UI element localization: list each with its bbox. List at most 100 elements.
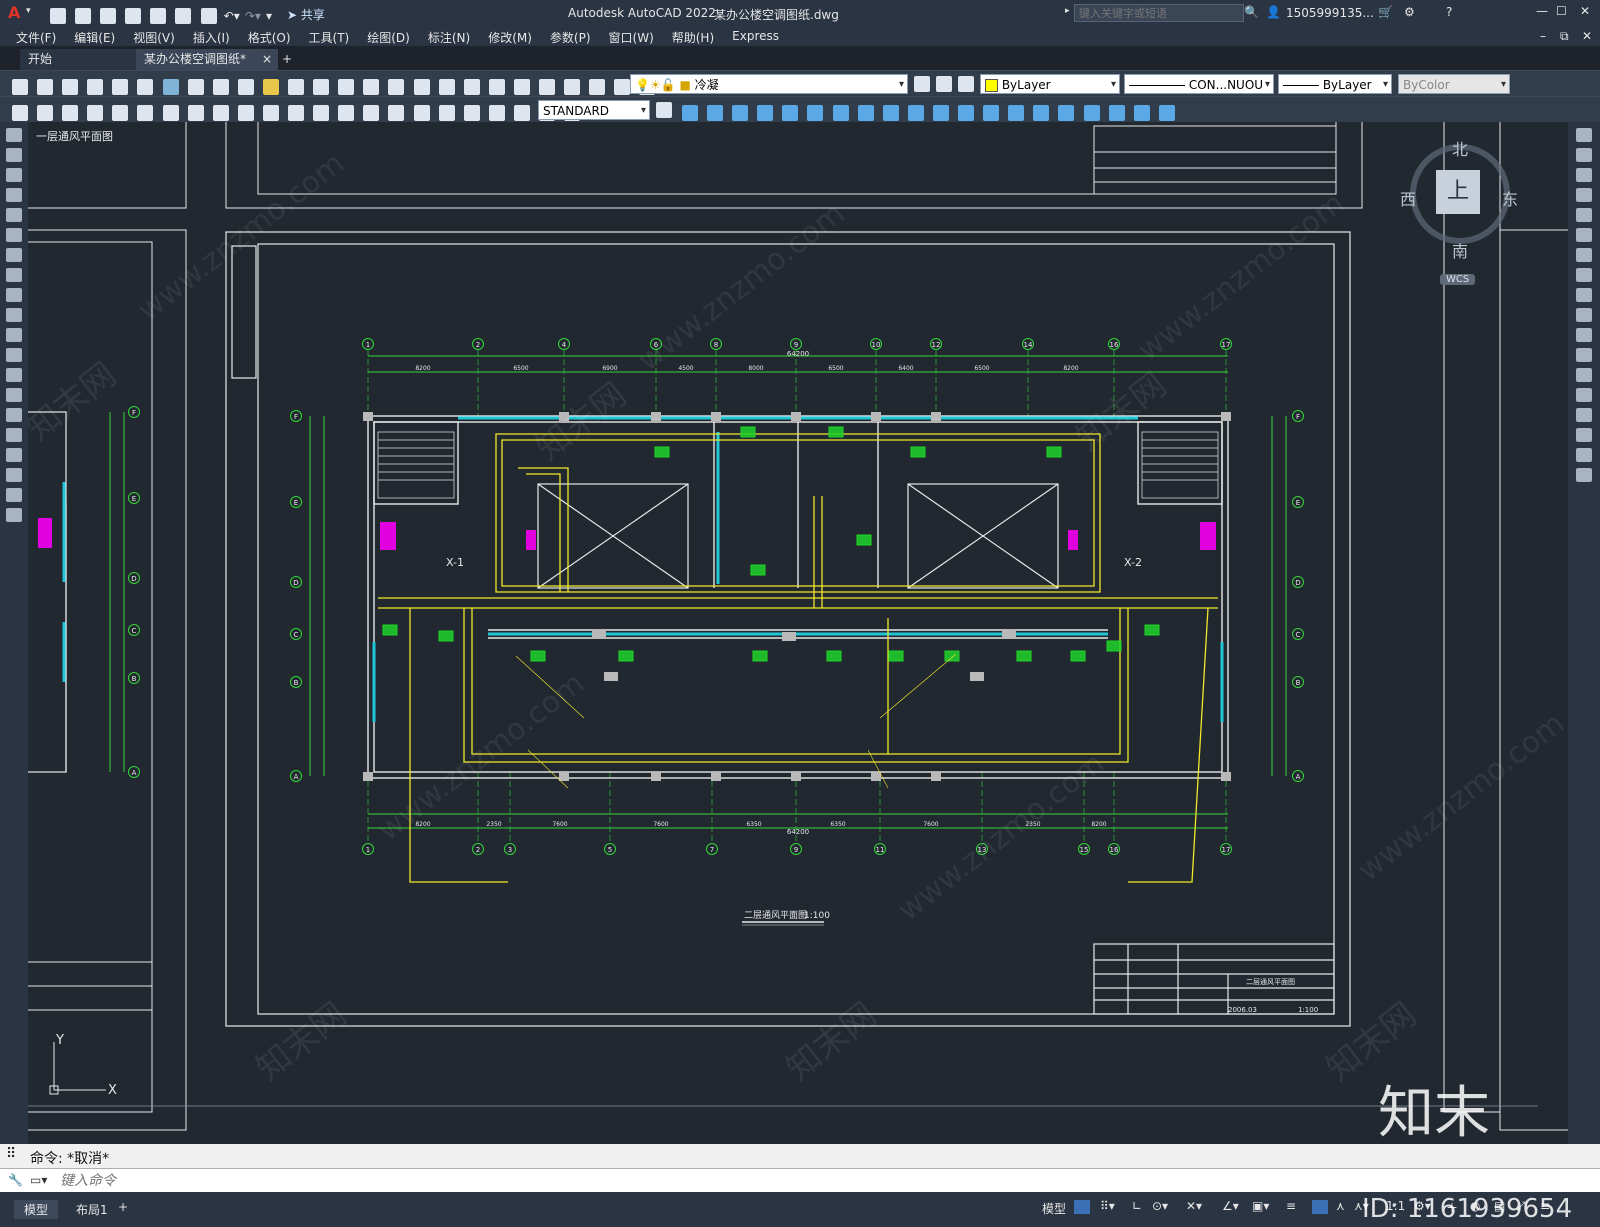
intersect-icon[interactable] xyxy=(1158,104,1175,121)
array-icon[interactable] xyxy=(1576,208,1592,222)
properties-icon[interactable] xyxy=(463,78,480,95)
chamfer-icon[interactable] xyxy=(1576,408,1592,422)
viewcube-face[interactable]: 上 xyxy=(1436,170,1480,214)
scale-icon[interactable] xyxy=(1576,268,1592,282)
menu-dimension[interactable]: 标注(N) xyxy=(428,29,470,46)
copy-icon[interactable] xyxy=(212,78,229,95)
solid-icon[interactable] xyxy=(1008,104,1025,121)
redo-icon[interactable]: ↷▾ xyxy=(245,9,261,23)
block-editor-icon[interactable] xyxy=(288,78,305,95)
table-icon[interactable] xyxy=(6,468,22,482)
markup-icon[interactable] xyxy=(564,78,581,95)
undo-icon[interactable]: ↶▾ xyxy=(224,9,240,23)
visual-style-icon[interactable] xyxy=(807,104,824,121)
move-icon[interactable] xyxy=(1576,228,1592,242)
diameter-dim-icon[interactable] xyxy=(237,104,254,121)
qnew-icon[interactable] xyxy=(12,78,28,95)
tb-b-icon[interactable] xyxy=(37,104,54,121)
layer-previous-icon[interactable] xyxy=(936,76,952,92)
rectangle-icon[interactable] xyxy=(6,208,22,222)
jogged-dim-icon[interactable] xyxy=(212,104,229,121)
baseline-dim-icon[interactable] xyxy=(313,104,330,121)
wcs-menu[interactable]: WCS xyxy=(1440,274,1476,285)
tab-close-icon[interactable]: × xyxy=(262,49,272,70)
break-icon[interactable] xyxy=(1576,368,1592,382)
arc-icon[interactable] xyxy=(6,228,22,242)
inspection-icon[interactable] xyxy=(463,104,480,121)
ellipse-arc-icon[interactable] xyxy=(6,328,22,342)
tolerance-icon[interactable] xyxy=(413,104,430,121)
close-icon[interactable]: ✕ xyxy=(1580,4,1590,18)
help-icon[interactable]: ? xyxy=(1446,5,1452,19)
jogged-linear-icon[interactable] xyxy=(488,104,505,121)
user-icon[interactable]: 👤 xyxy=(1266,5,1281,19)
ordinate-dim-icon[interactable] xyxy=(162,104,179,121)
cut-icon[interactable] xyxy=(187,78,204,95)
zoom-realtime-icon[interactable] xyxy=(388,78,405,95)
trim-icon[interactable] xyxy=(1576,308,1592,322)
command-customize-icon[interactable]: 🔧 xyxy=(8,1173,23,1187)
layer-state-icon[interactable] xyxy=(958,76,974,92)
arc-length-icon[interactable] xyxy=(137,104,154,121)
menu-window[interactable]: 窗口(W) xyxy=(609,29,654,46)
paste-icon[interactable] xyxy=(237,78,254,95)
rotate-icon[interactable] xyxy=(1576,248,1592,262)
continue-dim-icon[interactable] xyxy=(338,104,355,121)
hatch-icon[interactable] xyxy=(6,408,22,422)
ortho-icon[interactable]: ∟ xyxy=(1132,1199,1142,1213)
cart-icon[interactable]: 🛒 xyxy=(1378,5,1393,19)
box-icon[interactable] xyxy=(1033,104,1050,121)
tab-start[interactable]: 开始 xyxy=(20,49,146,70)
point-icon[interactable] xyxy=(6,388,22,402)
menu-file[interactable]: 文件(F) xyxy=(16,29,56,46)
isodraft-icon[interactable]: ✕▾ xyxy=(1186,1199,1202,1213)
menu-view[interactable]: 视图(V) xyxy=(133,29,175,46)
save-icon[interactable] xyxy=(100,7,117,24)
break-at-point-icon[interactable] xyxy=(1576,348,1592,362)
add-selected-icon[interactable] xyxy=(6,508,22,522)
zoom-window-icon[interactable] xyxy=(413,78,430,95)
command-input[interactable] xyxy=(58,1171,1562,1191)
tab-model[interactable]: 模型 xyxy=(14,1200,59,1219)
gradient-icon[interactable] xyxy=(6,428,22,442)
render-icon[interactable] xyxy=(832,104,849,121)
linear-dim-icon[interactable] xyxy=(87,104,104,121)
share-button[interactable]: ➤ 共享 xyxy=(287,6,325,23)
lineweight-toggle-icon[interactable]: ≡ xyxy=(1286,1199,1296,1213)
dim-space-icon[interactable] xyxy=(363,104,380,121)
calculator-icon[interactable] xyxy=(589,78,606,95)
viewcube-west[interactable]: 西 xyxy=(1400,186,1416,210)
extend-icon[interactable] xyxy=(1576,328,1592,342)
polar-icon[interactable]: ⊙▾ xyxy=(1152,1199,1168,1213)
sphere-icon[interactable] xyxy=(1058,104,1075,121)
union-icon[interactable] xyxy=(1108,104,1125,121)
viewcube-east[interactable]: 东 xyxy=(1502,186,1518,210)
tool-palettes-icon[interactable] xyxy=(513,78,530,95)
command-history-grip-icon[interactable]: ⠿ xyxy=(6,1146,16,1162)
grid-icon[interactable] xyxy=(1074,1200,1090,1214)
save-web-icon[interactable] xyxy=(175,7,192,24)
new-tab-button[interactable]: + xyxy=(274,49,300,70)
color-dropdown[interactable]: ByLayer ▾ xyxy=(980,74,1120,94)
menu-modify[interactable]: 修改(M) xyxy=(488,29,532,46)
lineweight-dropdown[interactable]: ByLayer ▾ xyxy=(1278,74,1392,94)
app-menu-chevron-icon[interactable]: ▾ xyxy=(26,6,31,16)
print-icon[interactable] xyxy=(87,78,104,95)
qat-customize-icon[interactable]: ▾ xyxy=(266,9,272,23)
dim-break-icon[interactable] xyxy=(388,104,405,121)
save-file-icon[interactable] xyxy=(62,78,79,95)
viewcube-south[interactable]: 南 xyxy=(1452,238,1468,262)
explode-icon[interactable] xyxy=(1576,468,1592,482)
subtract-icon[interactable] xyxy=(1133,104,1150,121)
annotation-visibility-icon[interactable] xyxy=(1312,1200,1328,1214)
open-file-icon[interactable] xyxy=(37,78,54,95)
menu-help[interactable]: 帮助(H) xyxy=(672,29,714,46)
menu-express[interactable]: Express xyxy=(732,29,779,46)
auto-scale-icon[interactable]: ⋏ xyxy=(1336,1199,1345,1213)
menu-parametric[interactable]: 参数(P) xyxy=(550,29,591,46)
construction-line-icon[interactable] xyxy=(6,148,22,162)
command-recent-icon[interactable]: ▭▾ xyxy=(30,1173,47,1187)
menu-insert[interactable]: 插入(I) xyxy=(193,29,230,46)
erase-icon[interactable] xyxy=(1576,128,1592,142)
orbit-icon[interactable] xyxy=(782,104,799,121)
